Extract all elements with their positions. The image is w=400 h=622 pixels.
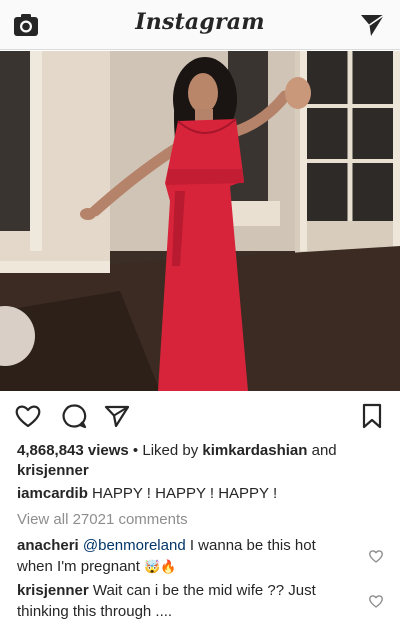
- post-action-bar: [0, 391, 400, 439]
- bookmark-icon[interactable]: [358, 402, 386, 430]
- liked-by-prefix: • Liked by: [128, 442, 203, 459]
- speech-bubble-icon[interactable]: [60, 402, 88, 430]
- comment-text: Wait can i be the mid wife ?? Just: [88, 582, 316, 599]
- view-all-comments-link[interactable]: View all 27021 comments: [17, 510, 188, 530]
- instagram-logo: Instagram: [135, 9, 265, 35]
- top-bar: Instagram: [0, 0, 400, 50]
- comment-text: I wanna be this hot: [185, 537, 316, 554]
- heart-icon[interactable]: [14, 402, 42, 430]
- liked-user-link[interactable]: kimkardashian: [202, 442, 307, 459]
- caption-text: HAPPY ! HAPPY ! HAPPY !: [87, 485, 278, 502]
- comment-item: krisjenner Wait can i be the mid wife ??…: [17, 580, 357, 622]
- comment-username[interactable]: krisjenner: [17, 582, 89, 599]
- comment-mention[interactable]: @benmoreland: [83, 537, 186, 554]
- post-video[interactable]: [0, 51, 400, 391]
- caption-username[interactable]: iamcardib: [17, 485, 88, 502]
- post-caption: iamcardib HAPPY ! HAPPY ! HAPPY !: [17, 484, 387, 504]
- post-media-illustration: [0, 51, 400, 391]
- comment-item: anacheri @benmoreland I wanna be this ho…: [17, 535, 357, 577]
- comment-text-cont: thinking this through ....: [17, 603, 173, 620]
- comment-like-heart-icon[interactable]: [368, 548, 384, 564]
- views-count[interactable]: 4,868,843 views: [17, 442, 129, 459]
- liked-user2-link[interactable]: krisjenner: [17, 462, 89, 479]
- liked-and: and: [307, 442, 337, 459]
- views-and-likes: 4,868,843 views • Liked by kimkardashian…: [17, 441, 387, 481]
- comment-like-heart-icon[interactable]: [368, 593, 384, 609]
- paper-plane-icon[interactable]: [358, 11, 386, 39]
- paper-plane-icon[interactable]: [103, 402, 131, 430]
- comment-username[interactable]: anacheri: [17, 537, 79, 554]
- comment-text-cont: when I'm pregnant: [17, 558, 145, 575]
- emoji-mind-blown-fire: 🤯🔥: [144, 559, 177, 574]
